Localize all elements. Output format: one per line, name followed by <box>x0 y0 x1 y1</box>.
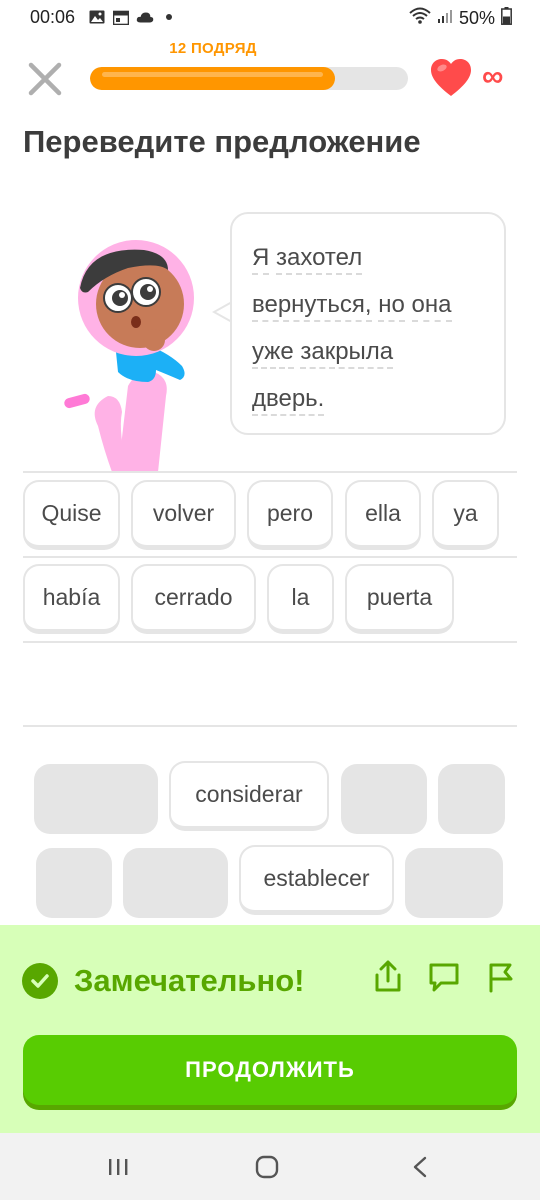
share-button[interactable] <box>371 959 405 995</box>
used-word-slot <box>34 764 158 834</box>
back-button[interactable] <box>402 1153 438 1181</box>
word-bank-chip[interactable]: establecer <box>239 845 394 915</box>
streak-label: 12 ПОДРЯД <box>169 40 257 57</box>
report-button[interactable] <box>484 959 518 995</box>
answer-word-chip[interactable]: cerrado <box>131 564 256 634</box>
recent-apps-button[interactable] <box>100 1153 136 1181</box>
wifi-icon <box>409 7 431 30</box>
used-word-slot <box>438 764 505 834</box>
home-icon <box>255 1155 279 1179</box>
answer-word-chip[interactable]: puerta <box>345 564 454 634</box>
prompt-word[interactable]: но <box>378 291 405 322</box>
flag-icon <box>489 963 513 993</box>
heart-icon <box>431 59 471 96</box>
prompt-word[interactable]: закрыла <box>300 338 394 369</box>
answer-word-chip[interactable]: ella <box>345 480 421 550</box>
dot-icon <box>160 9 178 25</box>
answer-word-chip[interactable]: volver <box>131 480 236 550</box>
answer-word-chip[interactable]: Quise <box>23 480 120 550</box>
check-icon <box>22 963 58 999</box>
answer-line <box>23 556 517 558</box>
prompt-line: Я захотел <box>252 234 484 281</box>
back-icon <box>413 1156 427 1178</box>
recent-apps-icon <box>109 1159 128 1175</box>
signal-icon <box>437 8 453 29</box>
discuss-button[interactable] <box>427 959 461 995</box>
status-bar: 00:06 50% <box>0 0 540 36</box>
answer-line <box>23 471 517 473</box>
system-nav-bar <box>0 1133 540 1200</box>
battery-percentage: 50% <box>458 8 495 28</box>
status-time: 00:06 <box>30 7 76 27</box>
feedback-title: Замечательно! <box>74 963 305 998</box>
hearts-count: ∞ <box>482 60 504 93</box>
used-word-slot <box>341 764 427 834</box>
answer-word-chip[interactable]: había <box>23 564 120 634</box>
answer-word-chip[interactable]: pero <box>247 480 333 550</box>
cloud-icon <box>136 9 154 25</box>
used-word-slot <box>36 848 112 918</box>
page-title: Переведите предложение <box>23 124 421 159</box>
continue-button[interactable]: ПРОДОЛЖИТЬ <box>23 1035 517 1105</box>
character-illustration <box>64 240 194 472</box>
used-word-slot <box>405 848 503 918</box>
answer-line <box>23 641 517 643</box>
answer-word-chip[interactable]: ya <box>432 480 499 550</box>
answer-line <box>23 725 517 727</box>
prompt-line: уже закрыла <box>252 328 484 375</box>
prompt-line: вернуться, но она <box>252 281 484 328</box>
progress-fill <box>90 67 335 90</box>
close-icon <box>28 62 62 96</box>
calendar-icon <box>112 9 130 25</box>
prompt-word[interactable]: вернуться, <box>252 291 372 322</box>
close-button[interactable] <box>26 60 64 98</box>
speech-bubble: Я захотел вернуться, но она уже закрыла … <box>230 212 506 435</box>
lesson-progress-bar <box>90 67 408 90</box>
feedback-panel: Замечательно! ПРОДОЛЖИТЬ <box>0 925 540 1133</box>
answer-word-chip[interactable]: la <box>267 564 334 634</box>
prompt-word[interactable]: дверь. <box>252 385 325 416</box>
battery-icon <box>501 7 512 30</box>
prompt-word[interactable]: уже <box>252 338 294 369</box>
home-button[interactable] <box>249 1153 285 1181</box>
word-bank-chip[interactable]: considerar <box>169 761 329 831</box>
prompt-word[interactable]: она <box>411 291 452 322</box>
image-icon <box>88 9 106 25</box>
comment-icon <box>429 963 459 992</box>
used-word-slot <box>123 848 228 918</box>
prompt-word[interactable]: Я <box>252 244 270 275</box>
prompt-line: дверь. <box>252 375 484 422</box>
prompt-word[interactable]: захотел <box>276 244 363 275</box>
share-icon <box>375 960 401 992</box>
